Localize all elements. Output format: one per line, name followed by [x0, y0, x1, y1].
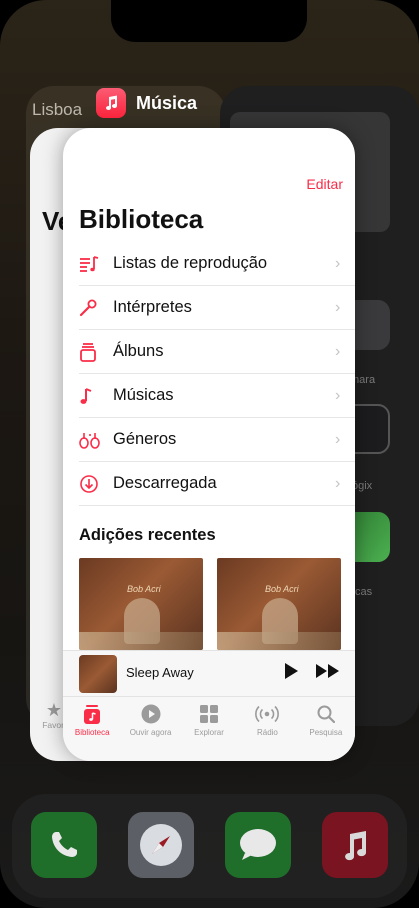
chevron-right-icon: ›	[335, 254, 341, 272]
list-item-albums[interactable]: Álbuns ›	[79, 330, 355, 374]
fast-forward-button[interactable]	[315, 663, 341, 684]
phone-app-icon[interactable]	[31, 812, 97, 878]
album-tile[interactable]: Bob Acri	[79, 558, 203, 650]
music-app-icon	[96, 88, 126, 118]
album-art-keys	[79, 632, 203, 650]
music-app-card[interactable]: Editar Biblioteca Listas de reprodução ›…	[63, 128, 355, 761]
background-card-label: Lisboa	[32, 100, 83, 119]
download-circle-icon	[79, 474, 113, 494]
grid-icon	[200, 703, 219, 725]
background-card-text: cas	[355, 586, 373, 598]
mini-player[interactable]: Sleep Away	[63, 650, 355, 696]
chevron-right-icon: ›	[335, 430, 341, 448]
tab-listen-now[interactable]: Ouvir agora	[121, 697, 179, 761]
section-title-recent: Adições recentes	[79, 526, 216, 544]
tab-label: Biblioteca	[74, 728, 110, 737]
list-item-label: Descarregada	[113, 474, 217, 492]
list-item-artists[interactable]: Intérpretes ›	[79, 286, 355, 330]
music-note-icon	[79, 387, 113, 405]
list-item-label: Listas de reprodução	[113, 254, 268, 272]
microphone-icon	[79, 299, 113, 317]
chevron-right-icon: ›	[335, 474, 341, 492]
app-switcher-screen: Lisboa mara ógix cas Ve ★ Favori Música …	[0, 0, 419, 908]
tab-library[interactable]: Biblioteca	[63, 697, 121, 761]
playlist-icon	[79, 255, 113, 272]
tab-search[interactable]: Pesquisa	[297, 697, 355, 761]
list-item-downloaded[interactable]: Descarregada ›	[79, 462, 355, 506]
edit-button[interactable]: Editar	[306, 176, 343, 192]
album-art-lettering: Bob Acri	[265, 584, 299, 594]
chevron-right-icon: ›	[335, 298, 341, 316]
list-item-label: Intérpretes	[113, 298, 192, 316]
tab-label: Explorar	[194, 728, 224, 737]
list-item-genres[interactable]: Géneros ›	[79, 418, 355, 462]
tab-label: Ouvir agora	[129, 728, 172, 737]
music-dock-icon[interactable]	[322, 812, 388, 878]
tab-radio[interactable]: Rádio	[238, 697, 296, 761]
list-item-playlists[interactable]: Listas de reprodução ›	[79, 242, 355, 286]
chevron-right-icon: ›	[335, 342, 341, 360]
now-playing-title: Sleep Away	[126, 665, 194, 680]
album-stack-icon	[79, 342, 113, 362]
guitars-icon	[79, 431, 113, 449]
tab-label: Pesquisa	[309, 728, 343, 737]
library-icon	[83, 703, 101, 725]
app-name: Música	[136, 92, 198, 113]
album-art-keys	[217, 632, 341, 650]
library-list: Listas de reprodução › Intérpretes › Álb…	[79, 242, 355, 506]
tab-browse[interactable]: Explorar	[180, 697, 238, 761]
safari-app-icon[interactable]	[128, 812, 194, 878]
album-art-lettering: Bob Acri	[127, 584, 161, 594]
tab-label: Rádio	[256, 728, 278, 737]
radio-waves-icon	[254, 703, 280, 725]
list-item-label: Géneros	[113, 430, 177, 448]
tab-bar: Biblioteca Ouvir agora Explorar Rádio Pe…	[63, 696, 355, 761]
album-tile[interactable]: Bob Acri	[217, 558, 341, 650]
messages-app-icon[interactable]	[225, 812, 291, 878]
app-label: Música	[96, 88, 197, 118]
device-notch	[111, 0, 307, 42]
list-item-label: Álbuns	[113, 342, 164, 360]
page-title: Biblioteca	[79, 204, 204, 234]
play-button[interactable]	[283, 662, 299, 685]
background-card-text: ógix	[352, 480, 373, 492]
list-item-label: Músicas	[113, 386, 174, 404]
chevron-right-icon: ›	[335, 386, 341, 404]
now-playing-artwork	[79, 655, 117, 693]
magnifier-icon	[317, 703, 335, 725]
list-item-songs[interactable]: Músicas ›	[79, 374, 355, 418]
play-circle-icon	[141, 703, 161, 725]
